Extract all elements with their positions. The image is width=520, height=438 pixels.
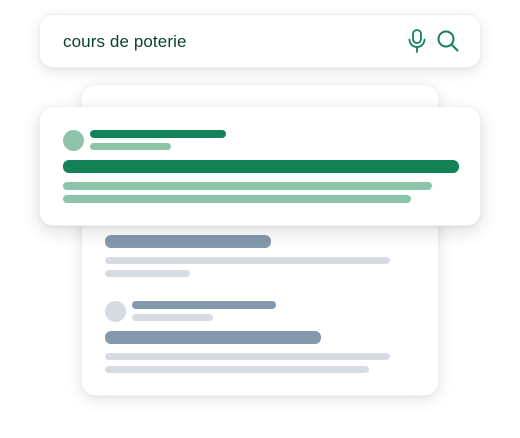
highlighted-result-card[interactable] (39, 106, 481, 226)
result-snippet-placeholder (105, 353, 390, 360)
search-icon[interactable] (435, 27, 461, 55)
microphone-icon[interactable] (404, 27, 430, 55)
result-site-name-placeholder (90, 130, 226, 138)
result-favicon-placeholder (63, 130, 84, 151)
result-snippet-placeholder (105, 270, 190, 277)
illustration: cours de poterie (0, 0, 520, 438)
result-url-placeholder (90, 143, 171, 150)
result-favicon-placeholder (105, 301, 126, 322)
result-title-placeholder (105, 235, 271, 248)
search-query-text[interactable]: cours de poterie (63, 32, 187, 52)
result-title-placeholder[interactable] (63, 160, 459, 173)
result-site-name-placeholder (132, 301, 276, 309)
result-title-placeholder (105, 331, 321, 344)
result-snippet-placeholder (63, 195, 411, 203)
result-url-placeholder (132, 314, 213, 321)
result-snippet-placeholder (105, 366, 369, 373)
result-snippet-placeholder (105, 257, 390, 264)
result-snippet-placeholder (63, 182, 432, 190)
search-bar[interactable]: cours de poterie (39, 14, 481, 68)
